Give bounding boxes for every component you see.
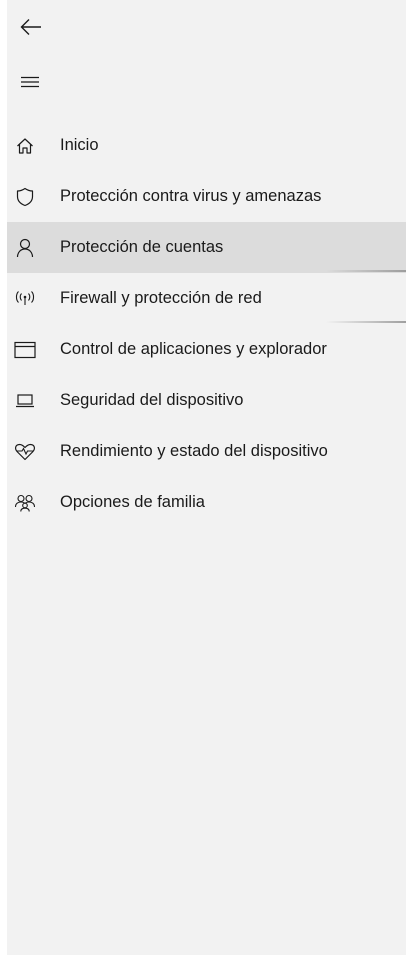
nav-item-label: Rendimiento y estado del dispositivo <box>60 442 328 460</box>
laptop-icon <box>13 389 37 413</box>
antenna-icon <box>13 287 37 311</box>
back-button[interactable] <box>7 3 55 51</box>
nav-list: Inicio Protección contra virus y amenaza… <box>7 120 406 528</box>
nav-item-device-performance[interactable]: Rendimiento y estado del dispositivo <box>7 426 406 477</box>
nav-item-virus-protection[interactable]: Protección contra virus y amenazas <box>7 171 406 222</box>
nav-item-inicio[interactable]: Inicio <box>7 120 406 171</box>
nav-item-label: Seguridad del dispositivo <box>60 391 244 409</box>
pane-edge-shadow <box>326 321 406 323</box>
browser-window-icon <box>13 338 37 362</box>
hamburger-menu-button[interactable] <box>7 58 55 106</box>
heart-pulse-icon <box>13 440 37 464</box>
navigation-pane: Inicio Protección contra virus y amenaza… <box>7 0 406 955</box>
nav-item-label: Protección contra virus y amenazas <box>60 187 322 205</box>
nav-item-app-browser-control[interactable]: Control de aplicaciones y explorador <box>7 324 406 375</box>
nav-item-family-options[interactable]: Opciones de familia <box>7 477 406 528</box>
nav-item-label: Inicio <box>60 136 99 154</box>
family-icon <box>13 491 37 515</box>
home-icon <box>13 134 37 158</box>
pane-edge-shadow <box>326 270 406 272</box>
nav-item-label: Firewall y protección de red <box>60 289 262 307</box>
nav-item-firewall[interactable]: Firewall y protección de red <box>7 273 406 324</box>
nav-item-label: Protección de cuentas <box>60 238 224 256</box>
nav-item-device-security[interactable]: Seguridad del dispositivo <box>7 375 406 426</box>
nav-item-account-protection[interactable]: Protección de cuentas <box>7 222 406 273</box>
back-arrow-icon <box>20 18 42 36</box>
nav-item-label: Opciones de familia <box>60 493 205 511</box>
shield-icon <box>13 185 37 209</box>
person-icon <box>13 236 37 260</box>
nav-item-label: Control de aplicaciones y explorador <box>60 340 327 358</box>
hamburger-menu-icon <box>21 76 41 88</box>
